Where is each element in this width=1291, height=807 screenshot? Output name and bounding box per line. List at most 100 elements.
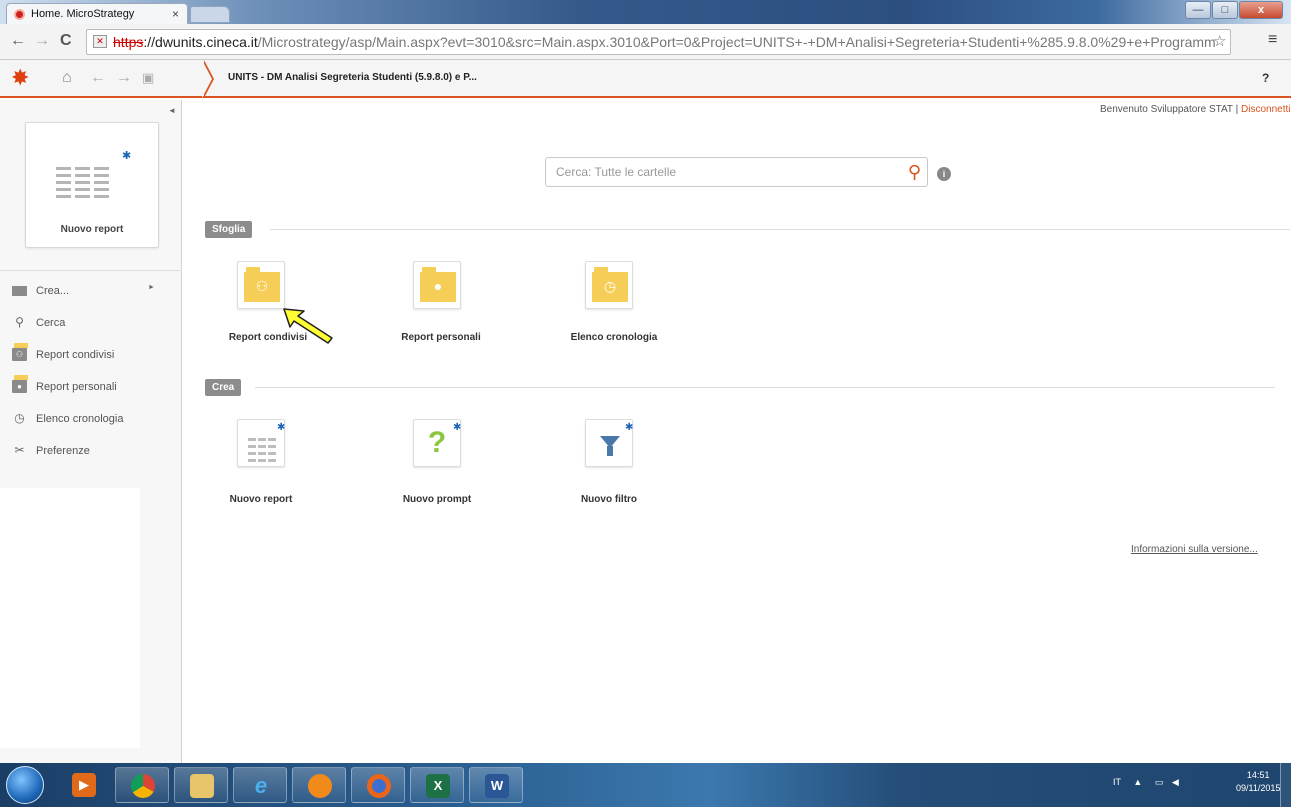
new-star-icon: ✱	[625, 422, 634, 433]
tab-close-button[interactable]: ×	[172, 4, 179, 24]
url-host: ://dwunits.cineca.it	[143, 34, 258, 50]
search-placeholder: Cerca: Tutte le cartelle	[556, 165, 677, 179]
welcome-bar: Benvenuto Sviluppatore STAT | Disconnett…	[1100, 104, 1291, 115]
volume-icon[interactable]: ◀	[1172, 777, 1179, 787]
taskbar-chrome[interactable]	[115, 767, 169, 803]
browser-menu-icon[interactable]: ≡	[1268, 31, 1277, 49]
breadcrumb-project[interactable]: UNITS - DM Analisi Segreteria Studenti (…	[228, 72, 477, 83]
close-window-button[interactable]: x	[1239, 1, 1283, 19]
nav-item-label: Cerca	[36, 317, 66, 329]
section-header-browse: Sfoglia	[205, 221, 253, 238]
window-controls: — □ x	[1185, 1, 1283, 19]
search-icon: ⚲	[15, 315, 24, 329]
tray-expand-icon[interactable]: ▲	[1133, 777, 1142, 787]
tile-label[interactable]: Nuovo report	[181, 494, 341, 505]
nav-item-history-list[interactable]: ◷ Elenco cronologia	[12, 410, 123, 428]
personal-reports-folder-icon: ●	[420, 267, 456, 302]
word-icon: W	[485, 774, 509, 798]
forward-arrow-icon[interactable]: →	[116, 70, 132, 86]
personal-folder-icon: ●	[12, 375, 28, 393]
welcome-separator: |	[1235, 104, 1239, 115]
section-header-create: Crea	[205, 379, 242, 396]
taskbar-app[interactable]	[292, 767, 346, 803]
reload-button[interactable]: C	[60, 32, 72, 50]
start-button[interactable]	[6, 766, 44, 804]
taskbar-excel[interactable]: X	[410, 767, 464, 803]
browser-window: Home. MicroStrategy × — □ x ← → C ✕ http…	[0, 0, 1291, 807]
firefox-icon	[367, 774, 391, 798]
nav-item-search[interactable]: ⚲ Cerca	[12, 314, 65, 332]
chrome-icon	[131, 774, 155, 798]
favicon-icon	[14, 9, 25, 20]
app-orange-icon	[308, 774, 332, 798]
bookmark-star-icon[interactable]: ☆	[1213, 32, 1226, 50]
network-icon[interactable]: ▭	[1155, 777, 1164, 787]
new-tab-button[interactable]	[190, 6, 230, 23]
taskbar-explorer[interactable]	[174, 767, 228, 803]
search-icon[interactable]: ⚲	[908, 160, 921, 184]
shared-reports-tile[interactable]: ⚇	[237, 261, 285, 309]
tile-label[interactable]: Report personali	[361, 332, 521, 343]
new-prompt-tile[interactable]: ✱ ?	[413, 419, 461, 467]
shared-folder-icon: ⚇	[12, 343, 28, 361]
tile-label[interactable]: Nuovo filtro	[529, 494, 689, 505]
url-path: /Microstrategy/asp/Main.aspx?evt=3010&sr…	[257, 34, 1216, 50]
show-desktop-button[interactable]	[1280, 763, 1291, 807]
taskbar-ie[interactable]: e	[233, 767, 287, 803]
logout-link[interactable]: Disconnetti	[1241, 104, 1290, 115]
info-icon[interactable]: i	[937, 167, 951, 181]
taskbar-media-player[interactable]: ▶	[60, 767, 116, 803]
collapse-panel-icon[interactable]: ◄	[168, 106, 176, 115]
forward-button[interactable]: →	[34, 32, 50, 50]
new-filter-tile[interactable]: ✱	[585, 419, 633, 467]
address-toolbar: ← → C ✕ https://dwunits.cineca.it/Micros…	[0, 24, 1291, 60]
internet-explorer-icon: e	[254, 773, 268, 798]
new-report-tile[interactable]: ✱	[237, 419, 285, 467]
history-list-folder-icon: ◷	[592, 267, 628, 302]
excel-icon: X	[426, 774, 450, 798]
tab-strip: Home. MicroStrategy × — □ x	[0, 0, 1291, 24]
clock-date: 09/11/2015	[1236, 783, 1281, 793]
back-arrow-icon[interactable]: ←	[90, 70, 106, 86]
back-button[interactable]: ←	[10, 32, 26, 50]
clock[interactable]: 14:51 09/11/2015	[1236, 769, 1280, 795]
home-icon[interactable]: ⌂	[62, 70, 72, 86]
shared-reports-folder-icon: ⚇	[244, 267, 280, 302]
maximize-button[interactable]: □	[1212, 1, 1238, 19]
language-indicator[interactable]: IT	[1113, 777, 1121, 787]
history-list-tile[interactable]: ◷	[585, 261, 633, 309]
nav-item-personal-reports[interactable]: ● Report personali	[12, 375, 117, 396]
minimize-button[interactable]: —	[1185, 1, 1211, 19]
nav-item-label: Elenco cronologia	[36, 413, 124, 425]
insecure-lock-icon: ✕	[93, 35, 107, 48]
taskbar-word[interactable]: W	[469, 767, 523, 803]
nav-item-label: Crea...	[36, 285, 70, 297]
create-icon	[12, 286, 27, 296]
tile-label[interactable]: Elenco cronologia	[534, 332, 694, 343]
nav-item-label: Preferenze	[36, 445, 90, 457]
browser-tab[interactable]: Home. MicroStrategy ×	[6, 3, 188, 24]
version-info-link[interactable]: Informazioni sulla versione...	[1131, 544, 1258, 555]
report-grid-icon	[56, 167, 110, 202]
new-report-grid-icon	[248, 438, 276, 466]
window-icon[interactable]: ▣	[142, 70, 154, 86]
nav-item-create[interactable]: Crea...	[12, 282, 69, 300]
search-input[interactable]: Cerca: Tutte le cartelle ⚲	[545, 157, 928, 187]
nav-item-preferences[interactable]: ✂ Preferenze	[12, 442, 90, 460]
taskbar-firefox[interactable]	[351, 767, 405, 803]
new-report-label: Nuovo report	[60, 224, 124, 235]
media-player-icon: ▶	[72, 773, 96, 797]
microstrategy-logo-icon[interactable]: ✸	[11, 67, 29, 89]
welcome-text: Benvenuto Sviluppatore STAT	[1100, 104, 1233, 115]
nav-item-shared-reports[interactable]: ⚇ Report condivisi	[12, 343, 114, 364]
url-bar[interactable]: ✕ https://dwunits.cineca.it/Microstrateg…	[86, 29, 1231, 55]
filter-funnel-stem	[607, 446, 613, 456]
tile-label[interactable]: Nuovo prompt	[357, 494, 517, 505]
question-mark-icon: ?	[427, 426, 447, 459]
personal-reports-tile[interactable]: ●	[413, 261, 461, 309]
breadcrumb-separator-inner	[202, 60, 212, 98]
new-star-icon: ✱	[122, 150, 132, 162]
app-toolbar: ✸ ⌂ ← → ▣ UNITS - DM Analisi Segreteria …	[0, 60, 1291, 98]
help-button[interactable]: ?	[1262, 71, 1269, 85]
new-report-shortcut[interactable]: ✱ Nuovo report	[25, 122, 159, 248]
